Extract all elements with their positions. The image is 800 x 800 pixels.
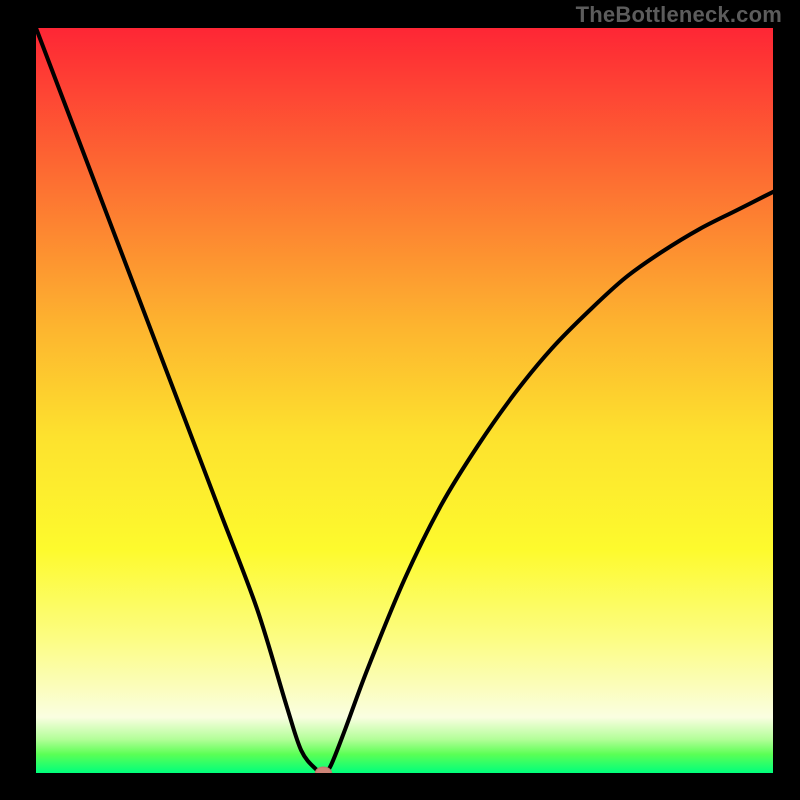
gradient-background xyxy=(36,28,773,773)
watermark-text: TheBottleneck.com xyxy=(576,2,782,28)
bottleneck-chart xyxy=(36,28,773,773)
chart-container: { "watermark": "TheBottleneck.com", "col… xyxy=(0,0,800,800)
